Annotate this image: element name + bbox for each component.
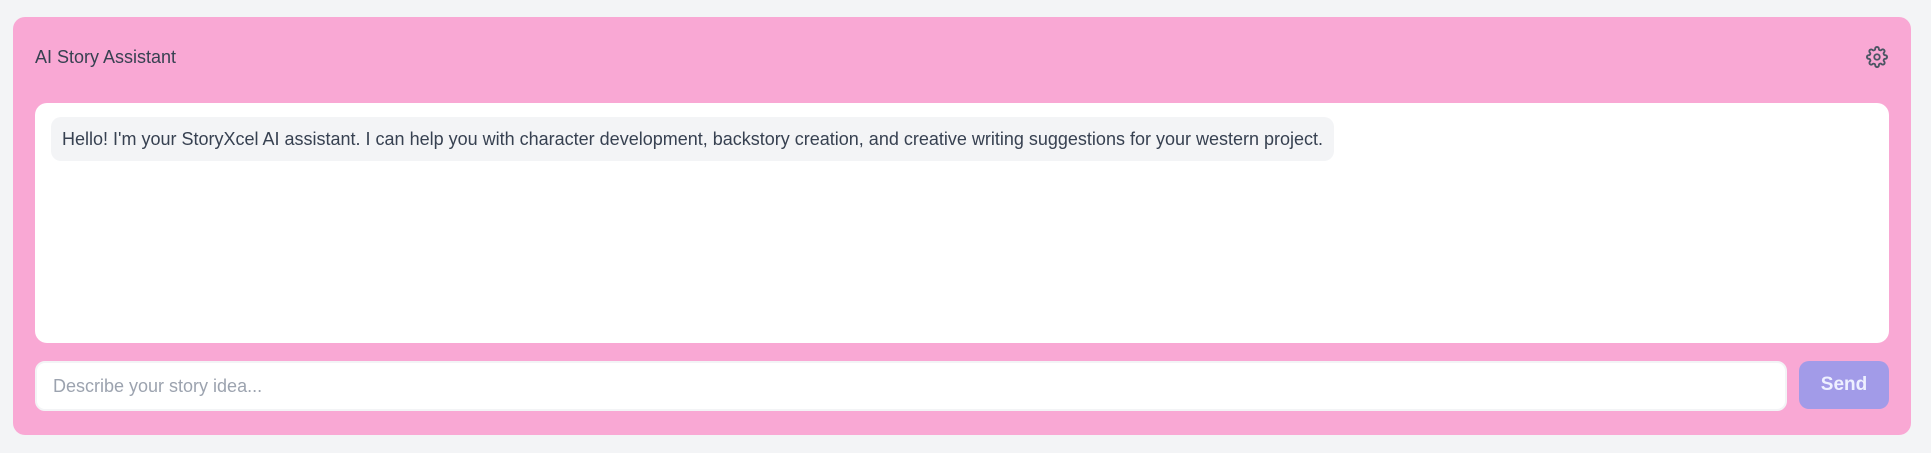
panel-title: AI Story Assistant	[35, 47, 177, 67]
composer: Send	[35, 361, 1889, 411]
assistant-message: Hello! I'm your StoryXcel AI assistant. …	[51, 117, 1335, 161]
chat-panel: AI Story Assistant Hello! I'm your Story…	[13, 17, 1911, 435]
send-button[interactable]: Send	[1799, 361, 1889, 409]
gear-icon	[1866, 46, 1888, 68]
chat-header: AI Story Assistant	[35, 33, 1889, 93]
message-list: Hello! I'm your StoryXcel AI assistant. …	[35, 103, 1889, 343]
story-idea-input[interactable]	[35, 361, 1787, 411]
settings-button[interactable]	[1865, 45, 1889, 69]
